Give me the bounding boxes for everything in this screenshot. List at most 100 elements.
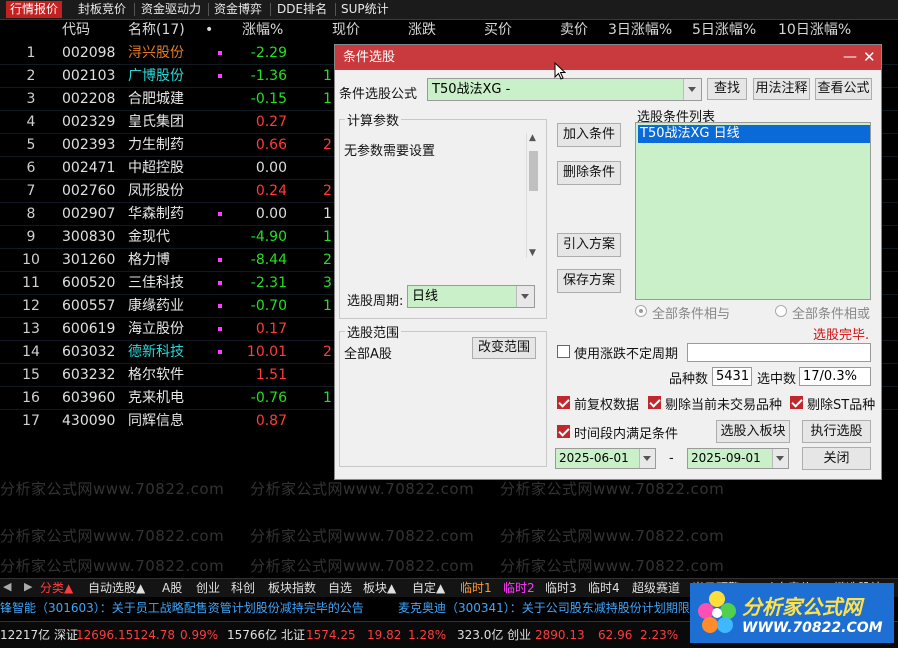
stock-name: 格尔软件 [128,367,184,383]
col-name[interactable]: 名称(17) [128,20,185,40]
stock-name: 凤形股份 [128,183,184,199]
tab-scroll-left-icon[interactable]: ◀ [3,580,11,593]
change-pct: -1.36 [250,68,287,84]
view-formula-button[interactable]: 查看公式 [815,78,872,100]
execute-button[interactable]: 执行选股 [802,420,871,443]
row-index: 10 [22,252,40,268]
close-button[interactable]: 关闭 [802,447,871,470]
stock-code: 600619 [62,321,116,337]
btab-category[interactable]: 分类▲ [40,579,73,597]
btab-sector-index[interactable]: 板块指数 [268,579,316,597]
btab-a-share[interactable]: A股 [162,579,182,597]
stock-code: 002393 [62,137,116,153]
scroll-up-icon[interactable]: ▲ [529,133,536,143]
scroll-down-icon[interactable]: ▼ [529,248,536,258]
tab-dde-rank[interactable]: DDE排名 [277,1,327,18]
row-index: 3 [26,91,36,107]
btab-auto-select[interactable]: 自动选股▲ [88,579,145,597]
chevron-down-icon[interactable] [683,79,701,100]
col-3day[interactable]: 3日涨幅% [608,20,672,40]
col-dot[interactable]: • [205,20,213,40]
btab-chinext[interactable]: 创业 [196,579,220,597]
ticker-item[interactable]: 麦克奥迪（300341）：关于公司股东减持股份计划期限 [398,597,690,619]
btab-super-track[interactable]: 超级赛道 [632,579,680,597]
row-index: 16 [22,390,40,406]
row-index: 15 [22,367,40,383]
col-10day[interactable]: 10日涨幅% [778,20,851,40]
in-range-checkbox[interactable] [557,425,570,438]
col-change-pct[interactable]: 涨幅% [242,20,283,40]
stock-name: 同辉信息 [128,413,184,429]
find-button[interactable]: 查找 [707,78,747,100]
stock-code: 002098 [62,45,116,61]
condition-list[interactable]: T50战法XG 日线 [635,122,871,300]
flower-logo-icon [698,591,736,633]
col-ask[interactable]: 卖价 [560,20,588,40]
col-5day[interactable]: 5日涨幅% [692,20,756,40]
tab-capital-drive[interactable]: 资金驱动力 [141,1,201,18]
params-scrollbar[interactable]: ▲ ▼ [526,133,541,258]
usage-notes-button[interactable]: 用法注释 [753,78,810,100]
status-bz-index: 1574.25 [306,628,356,642]
top-tab-bar: 行情报价 封板竞价 资金驱动力 资金博弈 DDE排名 SUP统计 [0,0,898,20]
radio-and[interactable] [635,305,647,317]
btab-custom[interactable]: 自定▲ [412,579,445,597]
minimize-icon[interactable]: — [843,45,857,70]
date-to-value: 2025-09-01 [691,451,761,465]
delete-condition-button[interactable]: 删除条件 [557,161,621,185]
chevron-down-icon[interactable] [772,449,788,468]
stock-name: 力生制药 [128,137,184,153]
tab-market-quote[interactable]: 行情报价 [6,1,63,18]
tab-capital-game[interactable]: 资金博弈 [214,1,262,18]
import-plan-button[interactable]: 引入方案 [557,233,621,257]
col-change[interactable]: 涨跌 [408,20,436,40]
save-plan-button[interactable]: 保存方案 [557,269,621,293]
date-separator: - [669,451,674,466]
col-bid[interactable]: 买价 [484,20,512,40]
stock-name: 海立股份 [128,321,184,337]
exclude-notrade-checkbox[interactable] [648,396,661,409]
btab-watchlist[interactable]: 自选 [328,579,352,597]
btab-temp2[interactable]: 临时2 [503,579,535,597]
stock-code: 002208 [62,91,116,107]
close-icon[interactable]: ✕ [863,45,876,70]
status-sz-pct: 0.99% [180,628,219,642]
btab-temp3[interactable]: 临时3 [545,579,577,597]
date-to-picker[interactable]: 2025-09-01 [687,448,789,469]
col-code[interactable]: 代码 [62,20,90,40]
date-from-picker[interactable]: 2025-06-01 [555,448,656,469]
stock-code: 603232 [62,367,116,383]
forward-adjust-checkbox[interactable] [557,396,570,409]
stock-code: 600520 [62,275,116,291]
chevron-down-icon[interactable] [516,286,534,307]
btab-temp1[interactable]: 临时1 [460,579,492,597]
tab-limit-auction[interactable]: 封板竞价 [78,1,126,18]
exclude-st-checkbox[interactable] [790,396,803,409]
formula-select[interactable]: T50战法XG - [427,78,702,101]
change-range-button[interactable]: 改变范围 [472,337,536,359]
period-select[interactable]: 日线 [407,285,535,308]
scrollbar-thumb[interactable] [529,151,538,191]
mouse-cursor-icon [554,62,566,80]
dialog-titlebar[interactable]: 条件选股 — ✕ [335,45,881,70]
add-condition-button[interactable]: 加入条件 [557,123,621,147]
change-pct: 10.01 [246,344,287,360]
ticker-item[interactable]: 锋智能（301603）：关于员工战略配售资管计划股份减持完毕的公告 [0,597,364,619]
status-cy-index: 2890.13 [535,628,585,642]
tab-scroll-right-icon[interactable]: ▶ [24,580,32,593]
btab-star[interactable]: 科创 [231,579,255,597]
period-input[interactable] [687,343,871,362]
chevron-down-icon[interactable] [639,449,655,468]
in-range-label: 时间段内满足条件 [574,427,679,442]
selected-label: 选中数 [757,372,797,387]
btab-temp4[interactable]: 临时4 [588,579,620,597]
tab-sup-stats[interactable]: SUP统计 [341,1,389,18]
change-pct: 0.24 [255,183,287,199]
btab-sector[interactable]: 板块▲ [363,579,396,597]
to-block-button[interactable]: 选股入板块 [716,420,790,443]
condition-list-item[interactable]: T50战法XG 日线 [638,125,870,143]
col-price[interactable]: 现价 [332,20,360,40]
status-sz-index: 12696.15 [76,628,134,642]
use-period-checkbox[interactable] [557,345,570,358]
radio-or[interactable] [775,305,787,317]
